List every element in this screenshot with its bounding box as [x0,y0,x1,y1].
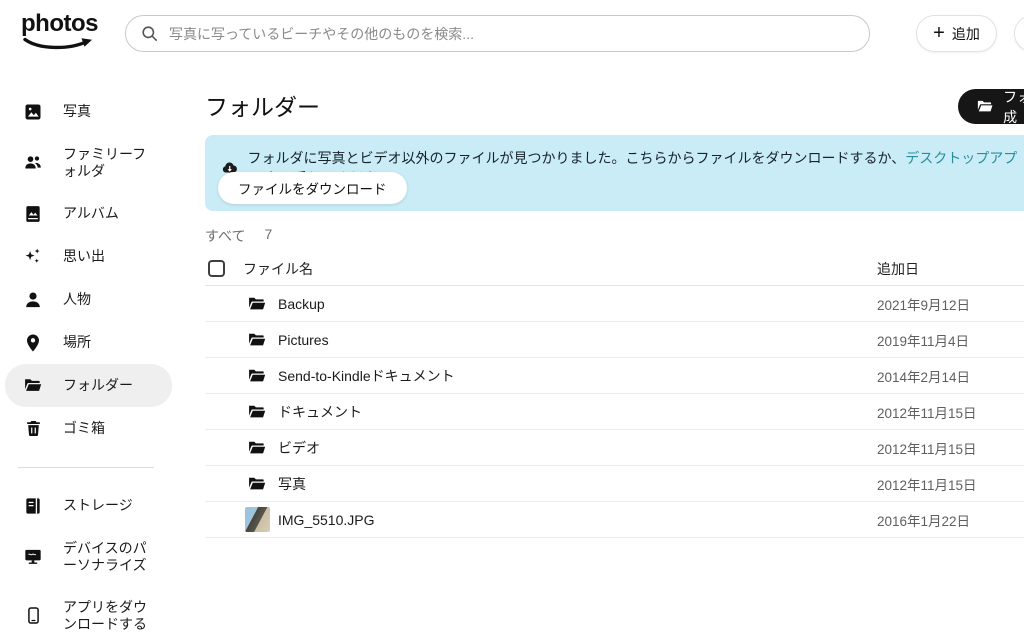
memories-icon [23,247,43,267]
trash-icon [23,419,43,439]
sidebar-item-photos[interactable]: 写真 [5,90,172,133]
sidebar-divider [18,467,154,468]
sidebar: 写真 ファミリーフォルダ アルバム 思い出 人物 場所 フォルダー ゴミ箱 スト… [0,70,172,636]
search-bar[interactable] [125,15,870,52]
amazon-photos-app: photos + 追加 写真 [0,0,1024,636]
table-row-send-to-kindle[interactable]: Send-to-Kindleドキュメント 2014年2月14日 [205,358,1024,394]
download-app-icon [23,606,43,626]
amazon-photos-logo[interactable]: photos [21,12,107,51]
sidebar-item-people[interactable]: 人物 [5,278,172,321]
file-name: Pictures [278,331,329,348]
files-table: ファイル名 追加日 Backup 2021年9月12日 Pictures 201… [205,252,1024,538]
sidebar-item-label: 人物 [63,291,91,308]
sidebar-item-label: ストレージ [63,497,133,514]
sidebar-item-label: 写真 [63,103,91,120]
file-name: 写真 [278,475,306,492]
date-added: 2014年2月14日 [877,369,971,385]
date-added: 2019年11月4日 [877,333,970,349]
storage-icon [23,496,43,516]
sidebar-item-places[interactable]: 場所 [5,321,172,364]
folder-icon [247,402,267,422]
search-icon [142,26,158,42]
date-added: 2012年11月15日 [877,405,977,421]
sidebar-item-download-app[interactable]: アプリをダウンロードする [5,586,172,636]
file-name: Backup [278,295,325,312]
family-folder-icon [23,153,43,173]
sidebar-item-label: アプリをダウンロードする [63,598,147,632]
file-name: Send-to-Kindleドキュメント [278,367,455,384]
date-added: 2012年11月15日 [877,441,977,457]
folders-icon [23,376,43,396]
albums-icon [23,204,43,224]
folder-icon [247,438,267,458]
sidebar-item-family-folder[interactable]: ファミリーフォルダ [5,133,172,192]
column-header-filename[interactable]: ファイル名 [243,259,313,279]
folder-icon [977,100,993,112]
places-icon [23,333,43,353]
sidebar-item-label: ゴミ箱 [63,420,105,437]
add-button[interactable]: + 追加 [916,15,997,52]
logo-text: photos [21,10,98,37]
table-row-backup[interactable]: Backup 2021年9月12日 [205,286,1024,322]
create-folder-button[interactable]: フォルダーを作成 [958,88,1024,125]
app-header: photos + 追加 [0,0,1024,70]
date-added: 2021年9月12日 [877,297,971,313]
device-personalize-icon [23,547,43,567]
file-name: ドキュメント [278,403,362,420]
sidebar-item-label: フォルダー [63,377,133,394]
account-button[interactable] [1014,15,1024,52]
sidebar-item-albums[interactable]: アルバム [5,192,172,235]
folder-icon [247,330,267,350]
table-header: ファイル名 追加日 [205,252,1024,285]
file-name: ビデオ [278,439,320,456]
photos-icon [23,102,43,122]
date-added: 2016年1月22日 [877,513,971,529]
filter-row: すべて 7 [205,226,272,246]
table-row-documents[interactable]: ドキュメント 2012年11月15日 [205,394,1024,430]
sidebar-item-label: ファミリーフォルダ [63,145,147,179]
people-icon [23,290,43,310]
notification-banner: フォルダに写真とビデオ以外のファイルが見つかりました。こちらからファイルをダウン… [205,135,1024,211]
main-content: フォルダー フォルダーを作成 フォルダに写真とビデオ以外のファイルが見つかりまし… [172,70,1024,636]
download-files-button[interactable]: ファイルをダウンロード [218,172,407,204]
sidebar-item-device-personalize[interactable]: デバイスのパーソナライズ [5,527,172,586]
table-row-videos[interactable]: ビデオ 2012年11月15日 [205,430,1024,466]
table-row-pictures[interactable]: Pictures 2019年11月4日 [205,322,1024,358]
table-row-photos-folder[interactable]: 写真 2012年11月15日 [205,466,1024,502]
column-header-date-added[interactable]: 追加日 [877,259,919,279]
sidebar-item-label: デバイスのパーソナライズ [63,539,147,573]
sidebar-item-label: 場所 [63,334,91,351]
filter-all-label[interactable]: すべて [205,226,245,246]
select-all-checkbox[interactable] [208,260,225,277]
page-title: フォルダー [205,94,320,120]
filter-count: 7 [264,226,273,242]
sidebar-item-trash[interactable]: ゴミ箱 [5,407,172,450]
add-button-label: 追加 [951,25,980,42]
folder-icon [247,294,267,314]
sidebar-item-memories[interactable]: 思い出 [5,235,172,278]
sidebar-item-label: アルバム [63,205,119,222]
file-name: IMG_5510.JPG [278,511,375,528]
date-added: 2012年11月15日 [877,477,977,493]
image-thumbnail [245,507,270,532]
search-input[interactable] [169,25,855,42]
amazon-smile-icon [23,37,92,50]
sidebar-item-folders[interactable]: フォルダー [5,364,172,407]
folder-icon [247,366,267,386]
sidebar-item-storage[interactable]: ストレージ [5,484,172,527]
table-row-img-5510[interactable]: IMG_5510.JPG 2016年1月22日 [205,502,1024,538]
folder-icon [247,474,267,494]
sidebar-item-label: 思い出 [63,248,105,265]
create-folder-button-label: フォルダーを作成 [1003,88,1024,125]
plus-icon: + [933,21,945,44]
